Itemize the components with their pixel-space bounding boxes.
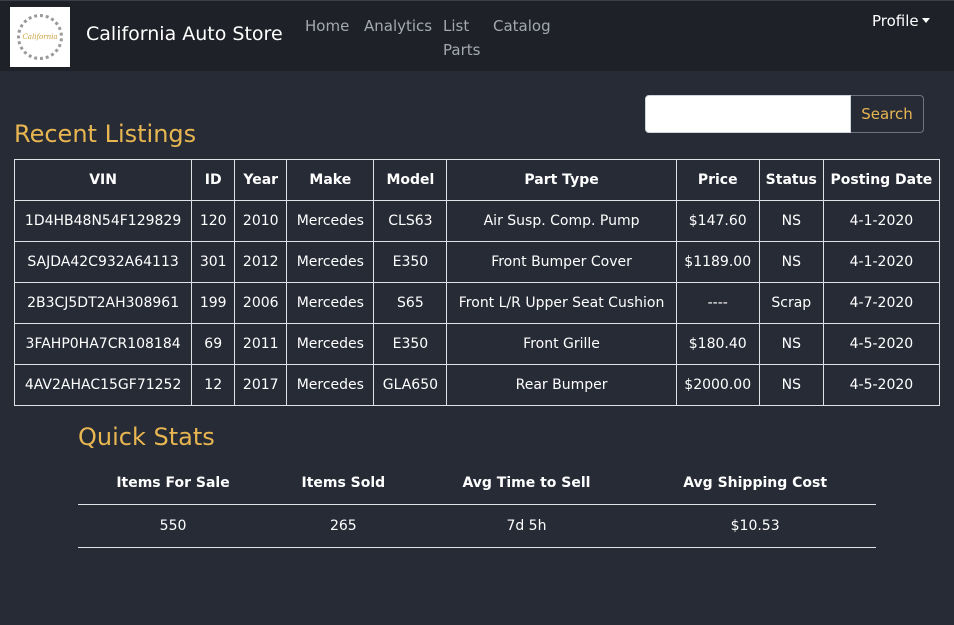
stat-value-items-for-sale: 550	[78, 504, 269, 548]
cell-make: Mercedes	[286, 282, 375, 324]
nav-link-list-parts[interactable]: List Parts	[443, 14, 483, 62]
recent-listings-table: VIN ID Year Make Model Part Type Price S…	[13, 159, 941, 406]
stats-value-row: 550 265 7d 5h $10.53	[78, 504, 876, 548]
stat-header-items-sold: Items Sold	[268, 461, 419, 505]
stat-value-items-sold: 265	[268, 504, 419, 548]
cell-posting-date: 4-5-2020	[822, 323, 941, 365]
cell-posting-date: 4-7-2020	[822, 282, 941, 324]
navbar: California California Auto Store Home An…	[0, 0, 954, 71]
cell-part-type: Front L/R Upper Seat Cushion	[446, 282, 677, 324]
stat-header-avg-shipping-cost: Avg Shipping Cost	[634, 461, 876, 505]
cell-posting-date: 4-1-2020	[822, 200, 941, 242]
cell-price: $147.60	[675, 200, 760, 242]
column-header-id: ID	[191, 159, 236, 201]
cell-status: NS	[758, 323, 824, 365]
cell-year: 2012	[234, 241, 288, 283]
stat-header-items-for-sale: Items For Sale	[78, 461, 269, 505]
cell-vin: 1D4HB48N54F129829	[13, 200, 193, 242]
table-header-row: VIN ID Year Make Model Part Type Price S…	[13, 159, 941, 201]
profile-label: Profile	[872, 12, 919, 30]
table-row[interactable]: SAJDA42C932A64113 301 2012 Mercedes E350…	[13, 241, 941, 283]
column-header-year: Year	[234, 159, 288, 201]
cell-vin: 2B3CJ5DT2AH308961	[13, 282, 193, 324]
quick-stats-title: Quick Stats	[78, 423, 215, 451]
cell-price: ----	[675, 282, 760, 324]
cell-part-type: Front Bumper Cover	[446, 241, 677, 283]
column-header-status: Status	[758, 159, 824, 201]
store-logo[interactable]: California	[10, 7, 70, 67]
cell-price: $2000.00	[675, 364, 760, 406]
cell-year: 2010	[234, 200, 288, 242]
cell-price: $180.40	[675, 323, 760, 365]
search-input[interactable]	[645, 95, 851, 133]
stat-value-avg-time-to-sell: 7d 5h	[418, 504, 635, 548]
quick-stats-table: Items For Sale Items Sold Avg Time to Se…	[78, 461, 876, 548]
cell-price: $1189.00	[675, 241, 760, 283]
nav-link-analytics[interactable]: Analytics	[364, 14, 432, 38]
cell-vin: SAJDA42C932A64113	[13, 241, 193, 283]
search-button[interactable]: Search	[851, 95, 924, 133]
column-header-posting-date: Posting Date	[822, 159, 941, 201]
cell-make: Mercedes	[286, 364, 375, 406]
cell-status: NS	[758, 241, 824, 283]
logo-emblem-icon: California	[17, 14, 63, 60]
cell-id: 12	[191, 364, 236, 406]
cell-vin: 3FAHP0HA7CR108184	[13, 323, 193, 365]
logo-text: California	[22, 33, 58, 41]
cell-year: 2011	[234, 323, 288, 365]
profile-dropdown[interactable]: Profile	[872, 12, 930, 30]
cell-make: Mercedes	[286, 200, 375, 242]
cell-make: Mercedes	[286, 323, 375, 365]
nav-link-catalog[interactable]: Catalog	[493, 14, 551, 38]
column-header-price: Price	[675, 159, 760, 201]
cell-posting-date: 4-5-2020	[822, 364, 941, 406]
column-header-part-type: Part Type	[446, 159, 677, 201]
stat-value-avg-shipping-cost: $10.53	[634, 504, 876, 548]
table-row[interactable]: 4AV2AHAC15GF71252 12 2017 Mercedes GLA65…	[13, 364, 941, 406]
cell-id: 69	[191, 323, 236, 365]
cell-part-type: Rear Bumper	[446, 364, 677, 406]
table-row[interactable]: 1D4HB48N54F129829 120 2010 Mercedes CLS6…	[13, 200, 941, 242]
cell-model: CLS63	[373, 200, 448, 242]
cell-id: 301	[191, 241, 236, 283]
cell-model: S65	[373, 282, 448, 324]
cell-model: E350	[373, 323, 448, 365]
stats-header-row: Items For Sale Items Sold Avg Time to Se…	[78, 461, 876, 505]
recent-listings-title: Recent Listings	[14, 120, 197, 148]
cell-status: NS	[758, 200, 824, 242]
caret-down-icon	[921, 18, 930, 23]
cell-posting-date: 4-1-2020	[822, 241, 941, 283]
column-header-model: Model	[373, 159, 448, 201]
cell-model: GLA650	[373, 364, 448, 406]
search-group: Search	[645, 95, 924, 133]
cell-make: Mercedes	[286, 241, 375, 283]
nav-link-home[interactable]: Home	[305, 14, 349, 38]
cell-model: E350	[373, 241, 448, 283]
cell-status: Scrap	[758, 282, 824, 324]
column-header-make: Make	[286, 159, 375, 201]
column-header-vin: VIN	[13, 159, 193, 201]
table-row[interactable]: 3FAHP0HA7CR108184 69 2011 Mercedes E350 …	[13, 323, 941, 365]
cell-id: 120	[191, 200, 236, 242]
cell-year: 2006	[234, 282, 288, 324]
cell-year: 2017	[234, 364, 288, 406]
cell-part-type: Front Grille	[446, 323, 677, 365]
cell-vin: 4AV2AHAC15GF71252	[13, 364, 193, 406]
cell-status: NS	[758, 364, 824, 406]
cell-part-type: Air Susp. Comp. Pump	[446, 200, 677, 242]
stat-header-avg-time-to-sell: Avg Time to Sell	[418, 461, 635, 505]
cell-id: 199	[191, 282, 236, 324]
table-row[interactable]: 2B3CJ5DT2AH308961 199 2006 Mercedes S65 …	[13, 282, 941, 324]
brand-name[interactable]: California Auto Store	[86, 23, 283, 45]
